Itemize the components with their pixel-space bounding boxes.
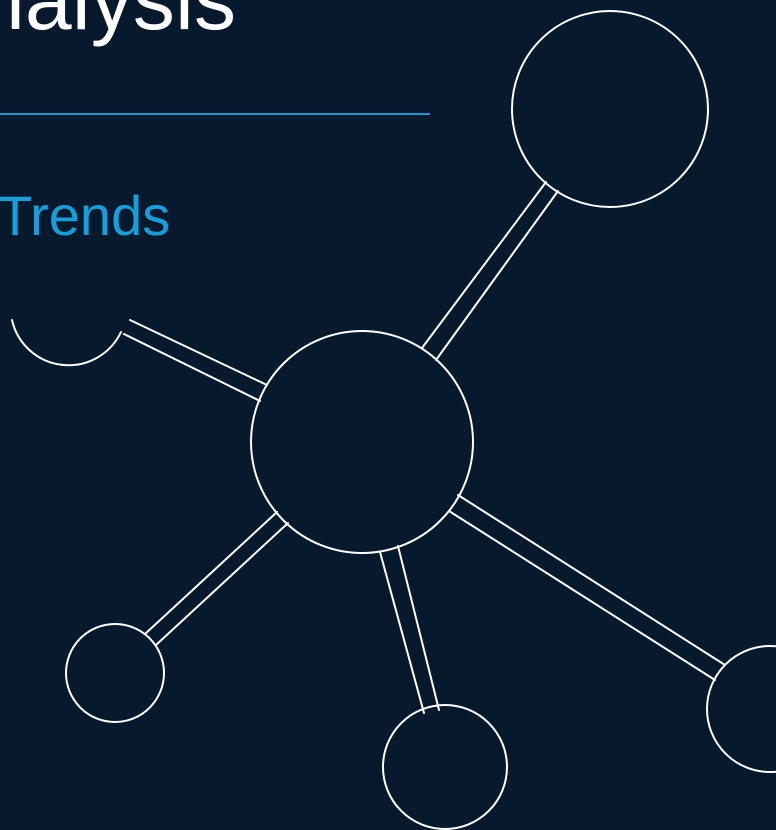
bottom-node [382, 704, 508, 830]
left-partial-node [11, 319, 122, 367]
left-connector [123, 319, 268, 402]
network-nodes-icon [11, 10, 776, 830]
right-connector [448, 494, 726, 681]
top-right-connector [421, 181, 559, 361]
bottom-connector [379, 545, 440, 714]
right-node [706, 645, 776, 773]
slide-page: nalysis Trends [0, 0, 776, 830]
center-node [250, 330, 474, 554]
top-right-node [511, 10, 709, 208]
lower-left-connector [144, 511, 289, 646]
lower-left-node [65, 623, 165, 723]
